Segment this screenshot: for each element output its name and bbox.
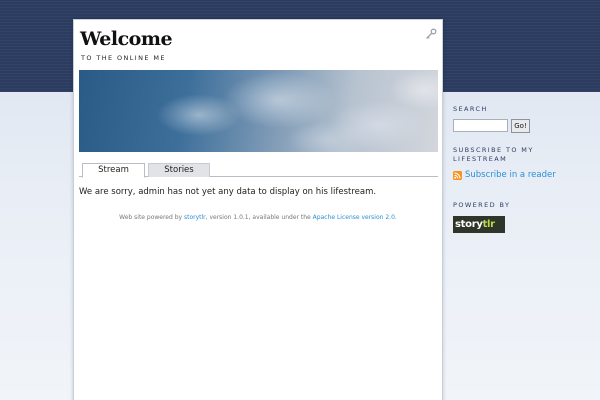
search-heading: SEARCH: [453, 105, 488, 113]
subscribe-heading: SUBSCRIBE TO MY LIFESTREAM: [453, 146, 534, 163]
subscribe-link-label[interactable]: Subscribe in a reader: [465, 170, 556, 180]
header-banner-image: [79, 70, 438, 152]
logo-story: story: [455, 219, 483, 230]
tab-stream[interactable]: Stream: [82, 163, 145, 178]
empty-stream-message: We are sorry, admin has not yet any data…: [79, 187, 377, 197]
storytlr-link[interactable]: storytlr: [184, 214, 206, 221]
tab-stories[interactable]: Stories: [148, 163, 210, 177]
main-panel: Welcome TO THE ONLINE ME Stream Stories …: [73, 19, 443, 400]
site-tagline: TO THE ONLINE ME: [81, 54, 166, 62]
search-go-button[interactable]: Go!: [511, 119, 530, 133]
search-input[interactable]: [453, 119, 508, 132]
key-icon[interactable]: [425, 25, 437, 39]
logo-tlr: tlr: [482, 219, 496, 230]
subscribe-link[interactable]: Subscribe in a reader: [453, 170, 556, 180]
footer-middle: , version 1.0.1, available under the: [205, 214, 313, 221]
footer-credits: Web site powered by storytlr, version 1.…: [74, 214, 442, 221]
powered-by-heading: POWERED BY: [453, 201, 511, 209]
search-form: Go!: [453, 119, 593, 135]
rss-icon: [453, 170, 462, 180]
site-title[interactable]: Welcome: [80, 28, 173, 50]
sidebar: SEARCH Go! SUBSCRIBE TO MY LIFESTREAM Su…: [453, 105, 593, 233]
tab-bar: Stream Stories: [79, 163, 438, 178]
footer-prefix: Web site powered by: [119, 214, 184, 221]
footer-suffix: .: [394, 214, 397, 221]
apache-license-link[interactable]: Apache License version 2.0: [313, 214, 395, 221]
storytlr-logo[interactable]: storytlr: [453, 216, 505, 233]
